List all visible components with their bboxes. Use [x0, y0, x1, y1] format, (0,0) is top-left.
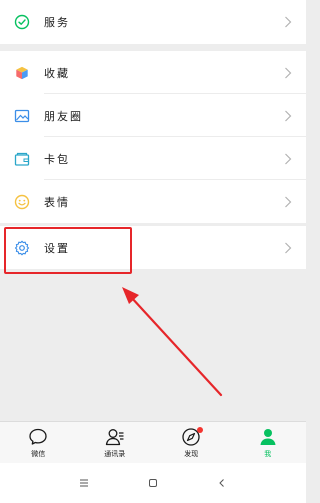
main-menu-group: 收藏 朋友圈 卡包 表情 — [0, 51, 306, 223]
menu-nav-button[interactable] — [72, 471, 96, 495]
menu-item-stickers[interactable]: 表情 — [0, 180, 306, 223]
chevron-right-icon — [285, 196, 292, 207]
tab-discover[interactable]: 发现 — [153, 422, 230, 463]
back-arrow-icon — [218, 479, 224, 487]
home-nav-button[interactable] — [141, 471, 165, 495]
wechat-pay-icon — [13, 13, 31, 31]
tab-label: 发现 — [184, 450, 199, 458]
menu-item-moments[interactable]: 朋友圈 — [0, 94, 306, 137]
menu-item-label: 收藏 — [44, 66, 70, 80]
wallet-icon — [13, 150, 31, 168]
notification-dot — [197, 427, 204, 433]
smiley-icon — [13, 193, 31, 211]
menu-item-label: 卡包 — [44, 152, 70, 166]
chevron-right-icon — [285, 242, 292, 253]
chat-bubble-icon — [29, 428, 47, 445]
tab-contacts[interactable]: 通讯录 — [77, 422, 154, 463]
cube-icon — [13, 64, 31, 82]
tab-label: 通讯录 — [104, 450, 126, 458]
person-icon — [260, 429, 276, 445]
tab-label: 微信 — [31, 450, 46, 458]
home-square-icon — [148, 479, 157, 487]
menu-item-favorites[interactable]: 收藏 — [0, 51, 306, 94]
picture-icon — [13, 107, 31, 125]
service-group: 服务 — [0, 0, 306, 44]
chevron-right-icon — [285, 153, 292, 164]
back-nav-button[interactable] — [210, 471, 234, 495]
highlight-box — [4, 227, 132, 274]
menu-item-label: 表情 — [44, 195, 70, 209]
chevron-right-icon — [285, 67, 292, 78]
tab-label: 我 — [264, 450, 272, 458]
menu-item-label: 服务 — [44, 15, 70, 29]
menu-item-service[interactable]: 服务 — [0, 0, 306, 43]
system-nav-bar — [0, 463, 306, 503]
chevron-right-icon — [285, 16, 292, 27]
contacts-icon — [105, 429, 124, 446]
menu-icon — [80, 479, 89, 487]
menu-item-cards[interactable]: 卡包 — [0, 137, 306, 180]
tab-me[interactable]: 我 — [230, 422, 307, 463]
tab-chats[interactable]: 微信 — [0, 422, 77, 463]
menu-item-label: 朋友圈 — [44, 109, 83, 123]
chevron-right-icon — [285, 110, 292, 121]
bottom-tab-bar: 微信 通讯录 发现 我 — [0, 421, 306, 463]
